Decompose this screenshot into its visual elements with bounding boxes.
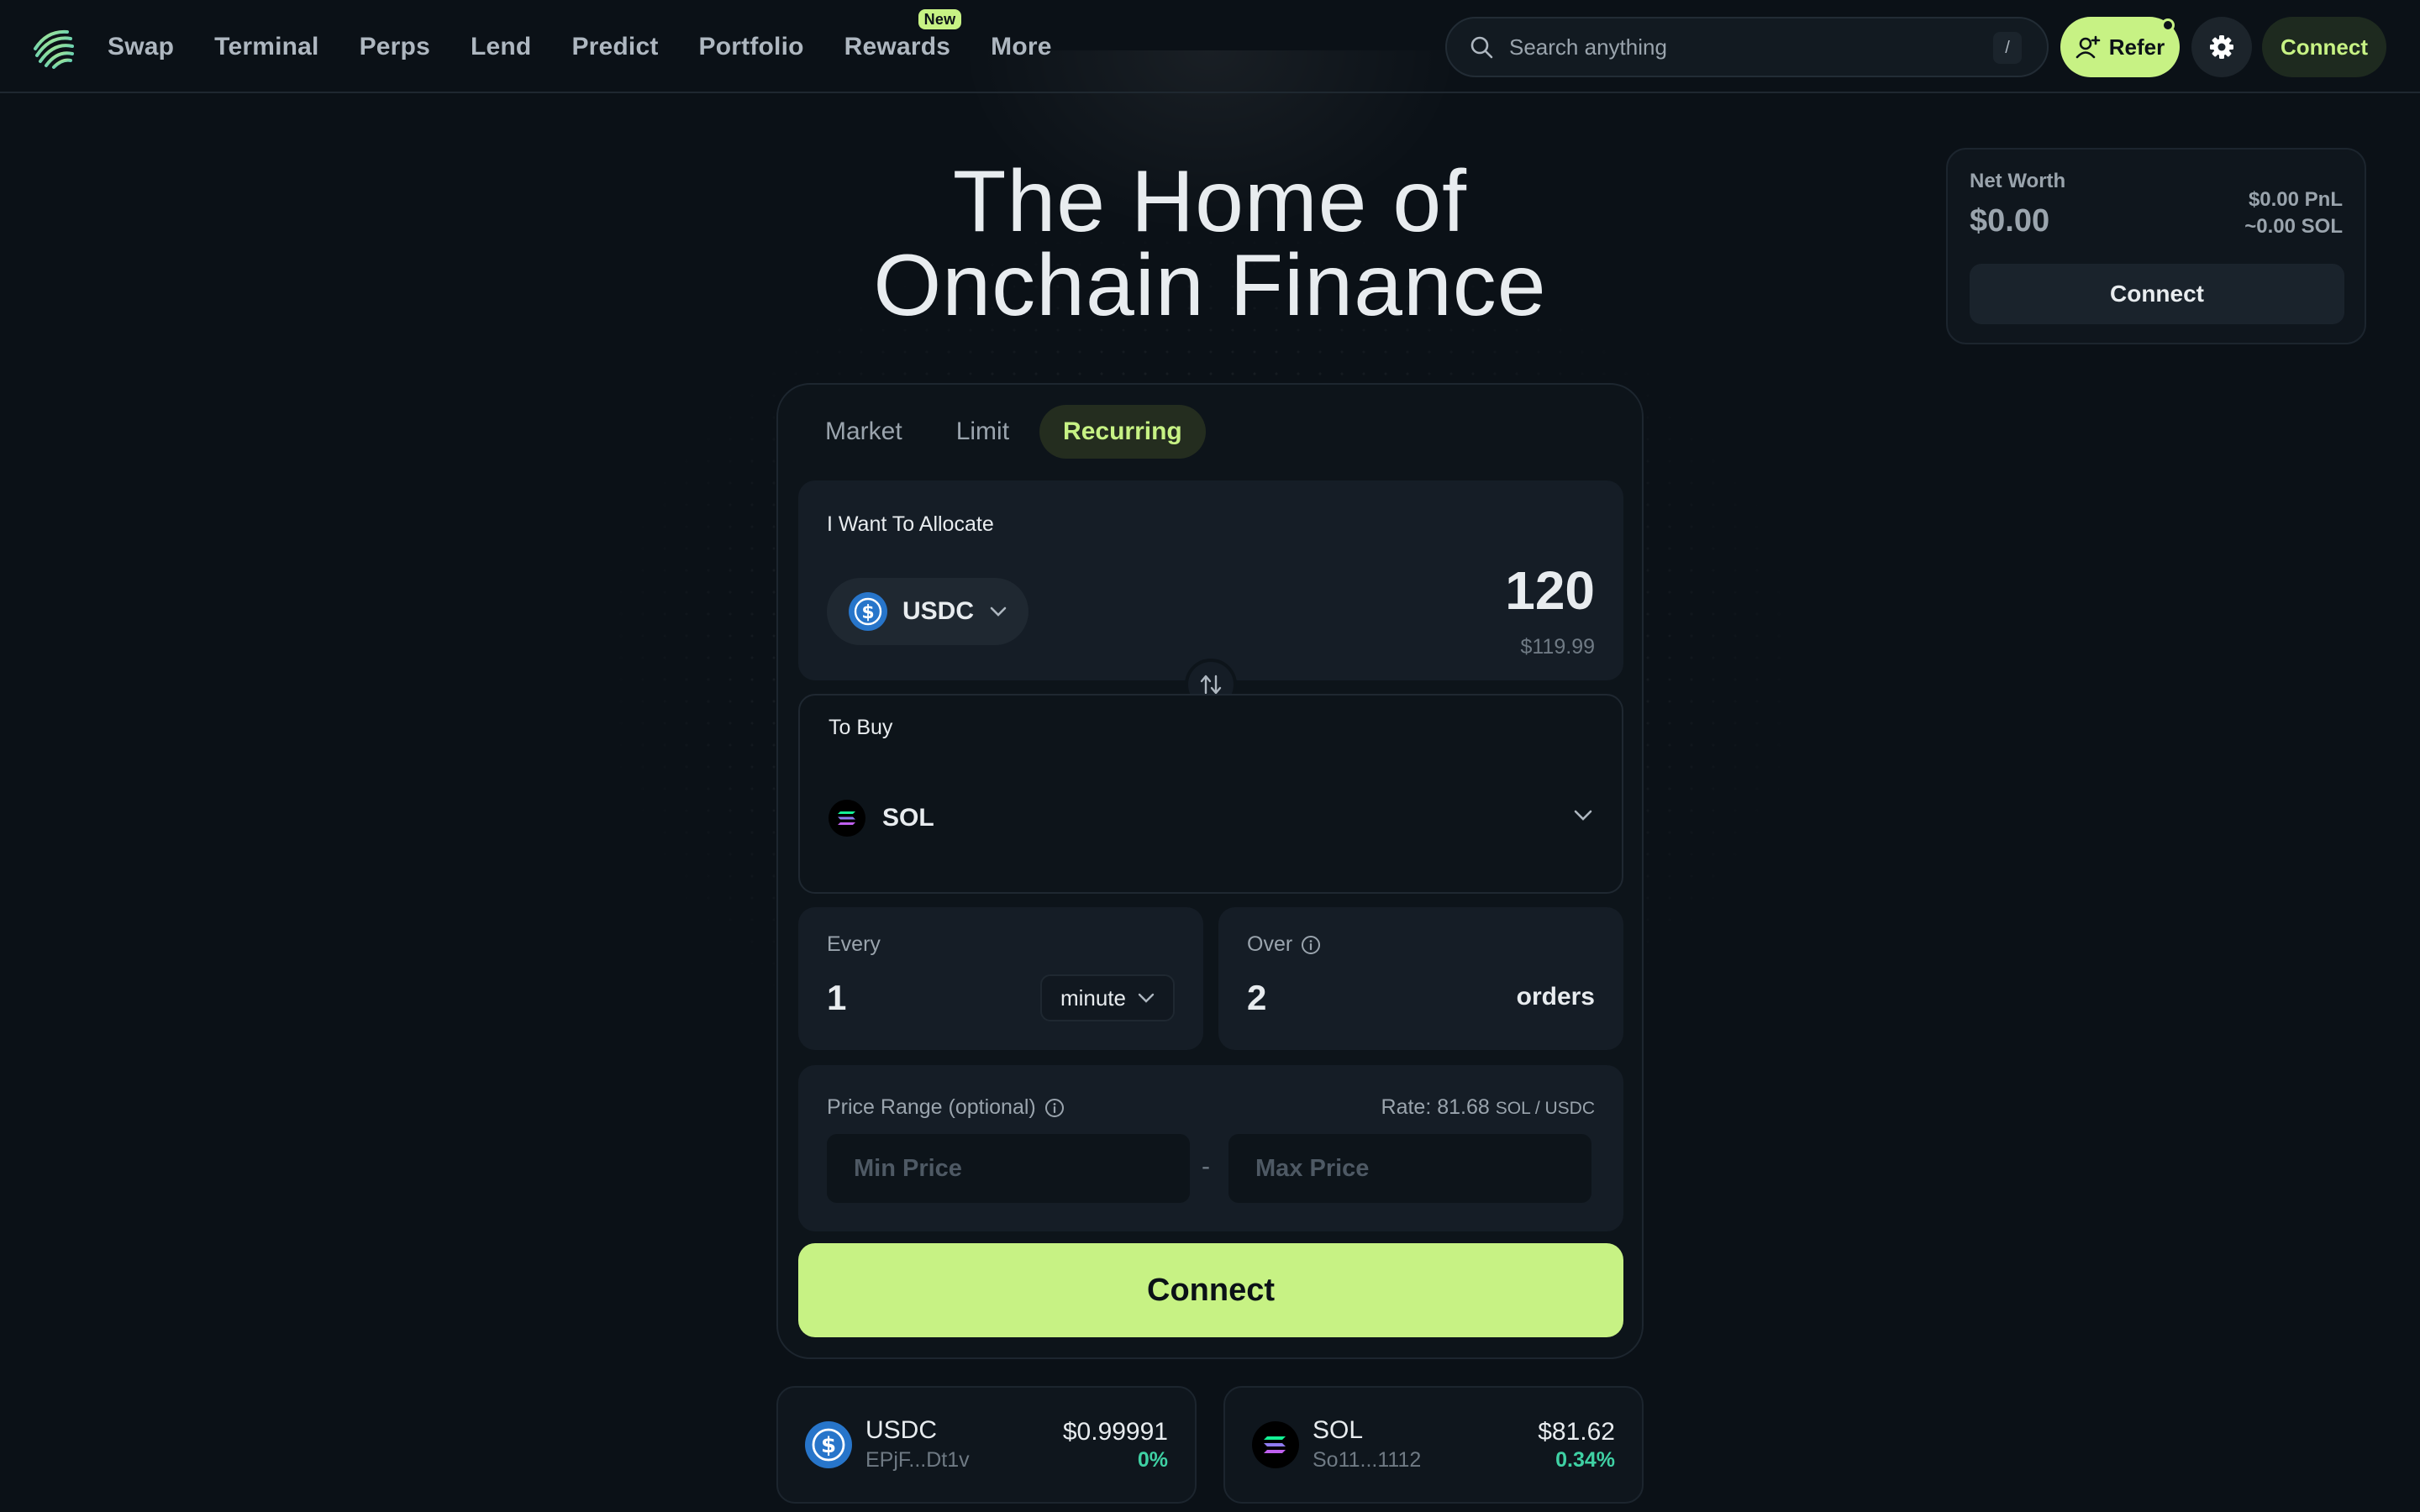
svg-text:$: $ <box>861 602 874 623</box>
main-nav: Swap Terminal Perps Lend Predict Portfol… <box>108 0 1092 93</box>
swap-panel: Market Limit Recurring I Want To Allocat… <box>776 383 1644 1359</box>
rate-pair: SOL / USDC <box>1495 1099 1595 1118</box>
nav-item-perps[interactable]: Perps <box>360 33 430 61</box>
net-worth-pnl: $0.00 PnL ~0.00 SOL <box>2244 186 2343 240</box>
nav-item-terminal[interactable]: Terminal <box>214 33 318 61</box>
usdc-icon: $ <box>849 592 887 631</box>
info-icon[interactable] <box>1044 1098 1065 1118</box>
nav-item-predict[interactable]: Predict <box>571 33 658 61</box>
tab-recurring[interactable]: Recurring <box>1039 405 1206 459</box>
allocate-amount-input[interactable]: 120 <box>1505 559 1595 622</box>
buy-token-name: SOL <box>882 804 934 832</box>
min-price-input[interactable] <box>827 1134 1190 1203</box>
new-badge: New <box>918 8 962 29</box>
buy-box: To Buy SOL <box>798 694 1623 894</box>
price-range-label: Price Range (optional) <box>827 1095 1036 1119</box>
price-range-label-row: Price Range (optional) <box>827 1095 1065 1120</box>
hero-title-line-1: The Home of <box>952 153 1468 250</box>
chevron-down-icon <box>1138 993 1155 1003</box>
token-card-sol[interactable]: SOL So11...1112 $81.62 0.34% <box>1223 1386 1644 1504</box>
net-worth-connect-button[interactable]: Connect <box>1970 264 2344 324</box>
top-navigation-bar: Swap Terminal Perps Lend Predict Portfol… <box>0 0 2420 93</box>
hero-title: The Home of Onchain Finance <box>790 153 1630 334</box>
rate-label: Rate: <box>1381 1095 1432 1119</box>
tab-market[interactable]: Market <box>802 405 926 459</box>
buy-token-selector[interactable]: SOL <box>829 800 934 837</box>
gear-icon <box>2210 35 2233 59</box>
over-label-row: Over <box>1247 932 1321 957</box>
rate-display: Rate: 81.68 SOL / USDC <box>1381 1095 1595 1120</box>
interval-unit-value: minute <box>1060 984 1126 1011</box>
allocate-token-selector[interactable]: $ USDC <box>827 578 1028 645</box>
settings-button[interactable] <box>2191 17 2252 77</box>
tab-limit[interactable]: Limit <box>933 405 1033 459</box>
pnl-value: $0.00 PnL <box>2248 188 2343 211</box>
token-card-name: USDC <box>865 1416 938 1444</box>
token-card-address: EPjF...Dt1v <box>865 1448 970 1472</box>
nav-item-swap[interactable]: Swap <box>108 33 174 61</box>
sol-value: ~0.00 SOL <box>2244 215 2343 238</box>
refer-label: Refer <box>2108 34 2165 60</box>
every-box: Every 1 minute <box>798 907 1203 1050</box>
buy-label: To Buy <box>829 716 893 739</box>
every-label: Every <box>827 932 881 956</box>
price-range-box: Price Range (optional) Rate: 81.68 SOL /… <box>798 1065 1623 1231</box>
nav-item-rewards[interactable]: Rewards New <box>844 8 962 61</box>
orders-unit: orders <box>1516 983 1595 1011</box>
chevron-down-icon[interactable] <box>1573 808 1593 822</box>
allocate-label: I Want To Allocate <box>827 512 994 536</box>
interval-unit-select[interactable]: minute <box>1039 974 1175 1021</box>
usdc-icon: $ <box>805 1421 852 1468</box>
token-card-change: 0% <box>1137 1448 1168 1472</box>
svg-text:$: $ <box>821 1433 836 1458</box>
allocate-box: I Want To Allocate $ USDC 120 $119.99 <box>798 480 1623 680</box>
over-box: Over 2 orders <box>1218 907 1623 1050</box>
rate-value: 81.68 <box>1437 1095 1490 1119</box>
refer-button[interactable]: Refer <box>2060 17 2180 77</box>
every-value-input[interactable]: 1 <box>827 978 846 1018</box>
nav-item-rewards-label: Rewards <box>844 32 951 60</box>
token-card-price: $81.62 <box>1538 1418 1615 1446</box>
price-range-separator: - <box>1202 1152 1210 1180</box>
add-user-icon <box>2075 35 2101 59</box>
token-card-usdc[interactable]: $ USDC EPjF...Dt1v $0.99991 0% <box>776 1386 1197 1504</box>
net-worth-card: Net Worth $0.00 $0.00 PnL ~0.00 SOL Conn… <box>1946 148 2366 344</box>
search-icon <box>1470 36 1493 59</box>
allocate-token-name: USDC <box>902 597 975 625</box>
over-value-input[interactable]: 2 <box>1247 978 1266 1018</box>
max-price-input[interactable] <box>1228 1134 1591 1203</box>
nav-item-more[interactable]: More <box>991 33 1051 61</box>
search-input[interactable] <box>1509 34 1980 60</box>
token-card-name: SOL <box>1313 1416 1364 1444</box>
net-worth-value: $0.00 <box>1970 203 2050 239</box>
allocate-amount-usd: $119.99 <box>1520 635 1595 659</box>
search-bar[interactable]: / <box>1445 17 2049 77</box>
order-type-tabs: Market Limit Recurring <box>802 405 1206 459</box>
swap-arrows-icon <box>1200 675 1222 695</box>
sol-icon <box>1252 1421 1299 1468</box>
search-shortcut-key: / <box>1993 32 2022 64</box>
token-card-change: 0.34% <box>1555 1448 1615 1472</box>
chevron-down-icon <box>990 606 1007 617</box>
nav-item-portfolio[interactable]: Portfolio <box>699 33 804 61</box>
token-card-address: So11...1112 <box>1313 1448 1422 1472</box>
token-card-price: $0.99991 <box>1062 1418 1168 1446</box>
header-connect-button[interactable]: Connect <box>2262 17 2386 77</box>
notification-dot <box>2161 18 2175 32</box>
over-label: Over <box>1247 932 1293 956</box>
sol-icon <box>829 800 865 837</box>
hero-title-line-2: Onchain Finance <box>873 237 1547 334</box>
info-icon[interactable] <box>1301 935 1321 955</box>
swap-connect-button[interactable]: Connect <box>798 1243 1623 1337</box>
logo-icon[interactable] <box>30 24 76 69</box>
nav-item-lend[interactable]: Lend <box>471 33 531 61</box>
